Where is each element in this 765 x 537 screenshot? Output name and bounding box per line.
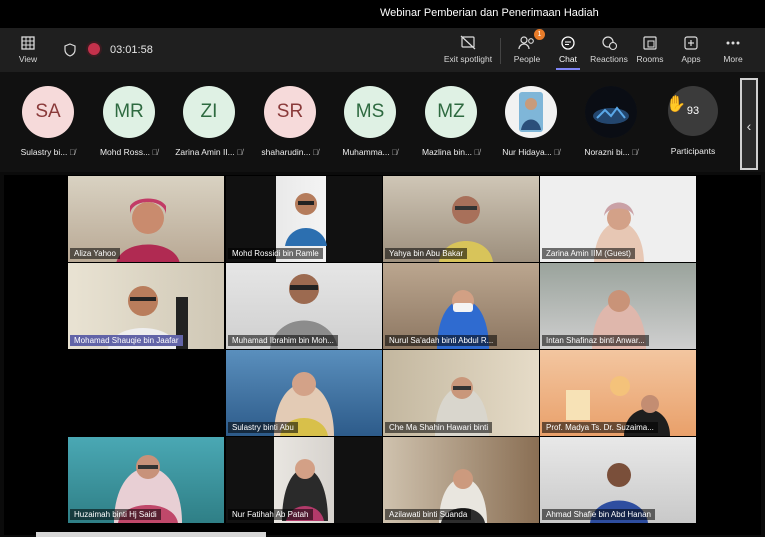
- rooms-label: Rooms: [636, 54, 664, 64]
- participant-name-label: Azilawati binti Suanda: [385, 509, 472, 520]
- exit-spotlight-button[interactable]: Exit spotlight: [442, 32, 494, 70]
- exit-spotlight-icon: [460, 35, 476, 50]
- participant-tile[interactable]: SR shaharudin... 🎙̸: [251, 86, 329, 157]
- taskbar-strip: [36, 532, 266, 537]
- video-tile[interactable]: Prof. Madya Ts. Dr. Suzaima...: [540, 350, 696, 436]
- participant-name-label: Yahya bin Abu Bakar: [385, 248, 468, 259]
- participants-count-circle: ✋ 93: [666, 86, 718, 136]
- participant-name: shaharudin...: [261, 147, 311, 157]
- mic-muted-icon: 🎙̸: [69, 148, 76, 157]
- video-tile[interactable]: Sulastry binti Abu: [226, 350, 382, 436]
- video-tile[interactable]: Nurul Sa'adah binti Abdul R...: [383, 263, 539, 349]
- chevron-left-icon: ‹: [746, 118, 752, 134]
- mic-muted-icon: 🎙̸: [553, 148, 560, 157]
- participants-button[interactable]: ✋ 93 Participants: [654, 86, 732, 156]
- video-tile[interactable]: Nur Fatihah Ab Patah: [226, 437, 382, 523]
- avatar: SR: [264, 86, 316, 138]
- view-button[interactable]: View: [2, 32, 54, 70]
- video-tile[interactable]: Yahya bin Abu Bakar: [383, 176, 539, 262]
- video-tile[interactable]: Intan Shafinaz binti Anwar...: [540, 263, 696, 349]
- avatar: MZ: [425, 86, 477, 138]
- more-icon: [726, 41, 740, 45]
- participant-name-label: Mohamad Shauqie bin Jaafar: [70, 335, 183, 346]
- apps-label: Apps: [681, 54, 701, 64]
- participant-name: Muhamma...: [342, 147, 390, 157]
- participant-name-label: Nurul Sa'adah binti Abdul R...: [385, 335, 498, 346]
- participant-name-label: Zarina Amin IIM (Guest): [542, 248, 635, 259]
- avatar: MS: [344, 86, 396, 138]
- toolbar-divider: [500, 38, 501, 64]
- participant-name: Nur Hidaya...: [502, 147, 552, 157]
- chat-label: Chat: [559, 54, 577, 64]
- grid-view-icon: [21, 36, 35, 50]
- participant-name-label: Ahmad Shafie bin Abd Hanan: [542, 509, 655, 520]
- participant-name-label: Huzaimah binti Hj Saidi: [70, 509, 161, 520]
- video-tile[interactable]: Mohamad Shauqie bin Jaafar: [68, 263, 224, 349]
- avatar: SA: [22, 86, 74, 138]
- participant-tile[interactable]: ZI Zarina Amin II... 🎙̸: [170, 86, 248, 157]
- participant-tile[interactable]: MZ Mazlina bin... 🎙̸: [412, 86, 490, 157]
- participant-name-label: Aliza Yahoo: [70, 248, 120, 259]
- participant-video: [285, 193, 327, 246]
- title-bar: Webinar Pemberian dan Penerimaan Hadiah: [0, 0, 765, 28]
- participant-name: Mazlina bin...: [421, 147, 473, 157]
- more-label: More: [723, 54, 743, 64]
- people-label: People: [513, 54, 541, 64]
- meeting-title: Webinar Pemberian dan Penerimaan Hadiah: [380, 7, 599, 19]
- mic-muted-icon: 🎙̸: [631, 148, 638, 157]
- participant-name-label: Sulastry binti Abu: [228, 422, 298, 433]
- reactions-label: Reactions: [590, 54, 628, 64]
- avatar-photo: [585, 86, 637, 138]
- participant-name-label: Intan Shafinaz binti Anwar...: [542, 335, 649, 346]
- more-button[interactable]: More: [707, 32, 759, 70]
- participant-tile[interactable]: MS Muhamma... 🎙̸: [331, 86, 409, 157]
- participant-tile[interactable]: MR Mohd Ross... 🎙̸: [90, 86, 168, 157]
- participant-name-label: Muhamad Ibrahim bin Moh...: [228, 335, 338, 346]
- view-label: View: [18, 54, 38, 64]
- avatar: MR: [103, 86, 155, 138]
- participant-tile[interactable]: Norazni bi... 🎙̸: [572, 86, 650, 157]
- recording-icon: [88, 43, 100, 55]
- participant-name: Zarina Amin II...: [175, 147, 235, 157]
- participants-label: Participants: [670, 146, 716, 156]
- chat-icon: [561, 36, 575, 50]
- shield-icon[interactable]: [64, 43, 76, 57]
- video-tile[interactable]: Azilawati binti Suanda: [383, 437, 539, 523]
- video-tile[interactable]: Che Ma Shahin Hawari binti: [383, 350, 539, 436]
- meeting-timer: 03:01:58: [110, 44, 153, 56]
- participant-name-label: Mohd Rossidi bin Ramle: [228, 248, 323, 259]
- video-tile[interactable]: Zarina Amin IIM (Guest): [540, 176, 696, 262]
- raised-hand-icon: ✋: [666, 96, 686, 113]
- participant-name-label: Nur Fatihah Ab Patah: [228, 509, 313, 520]
- participant-name-label: Che Ma Shahin Hawari binti: [385, 422, 493, 433]
- video-tile[interactable]: Aliza Yahoo: [68, 176, 224, 262]
- participants-count: 93: [686, 105, 700, 117]
- apps-icon: [684, 36, 698, 50]
- video-tile[interactable]: Huzaimah binti Hj Saidi: [68, 437, 224, 523]
- participant-name: Sulastry bi...: [20, 147, 68, 157]
- mic-muted-icon: 🎙̸: [152, 148, 159, 157]
- exit-spotlight-label: Exit spotlight: [443, 54, 493, 64]
- participant-name: Norazni bi...: [584, 147, 630, 157]
- mic-muted-icon: 🎙̸: [236, 148, 243, 157]
- video-tile[interactable]: Ahmad Shafie bin Abd Hanan: [540, 437, 696, 523]
- mic-muted-icon: 🎙̸: [474, 148, 481, 157]
- collapse-strip-button[interactable]: ‹: [740, 78, 758, 170]
- participant-tile[interactable]: SA Sulastry bi... 🎙̸: [9, 86, 87, 157]
- participant-name-label: Prof. Madya Ts. Dr. Suzaima...: [542, 422, 658, 433]
- participant-tile[interactable]: Nur Hidaya... 🎙̸: [492, 86, 570, 157]
- avatar-photo: [505, 86, 557, 138]
- rooms-icon: [643, 36, 657, 50]
- participant-video: [116, 198, 180, 262]
- participant-name: Mohd Ross...: [99, 147, 151, 157]
- reactions-icon: [602, 36, 618, 51]
- video-tile[interactable]: Muhamad Ibrahim bin Moh...: [226, 263, 382, 349]
- mic-muted-icon: 🎙̸: [312, 148, 319, 157]
- mic-muted-icon: 🎙̸: [391, 148, 398, 157]
- avatar: ZI: [183, 86, 235, 138]
- video-tile[interactable]: Mohd Rossidi bin Ramle: [226, 176, 382, 262]
